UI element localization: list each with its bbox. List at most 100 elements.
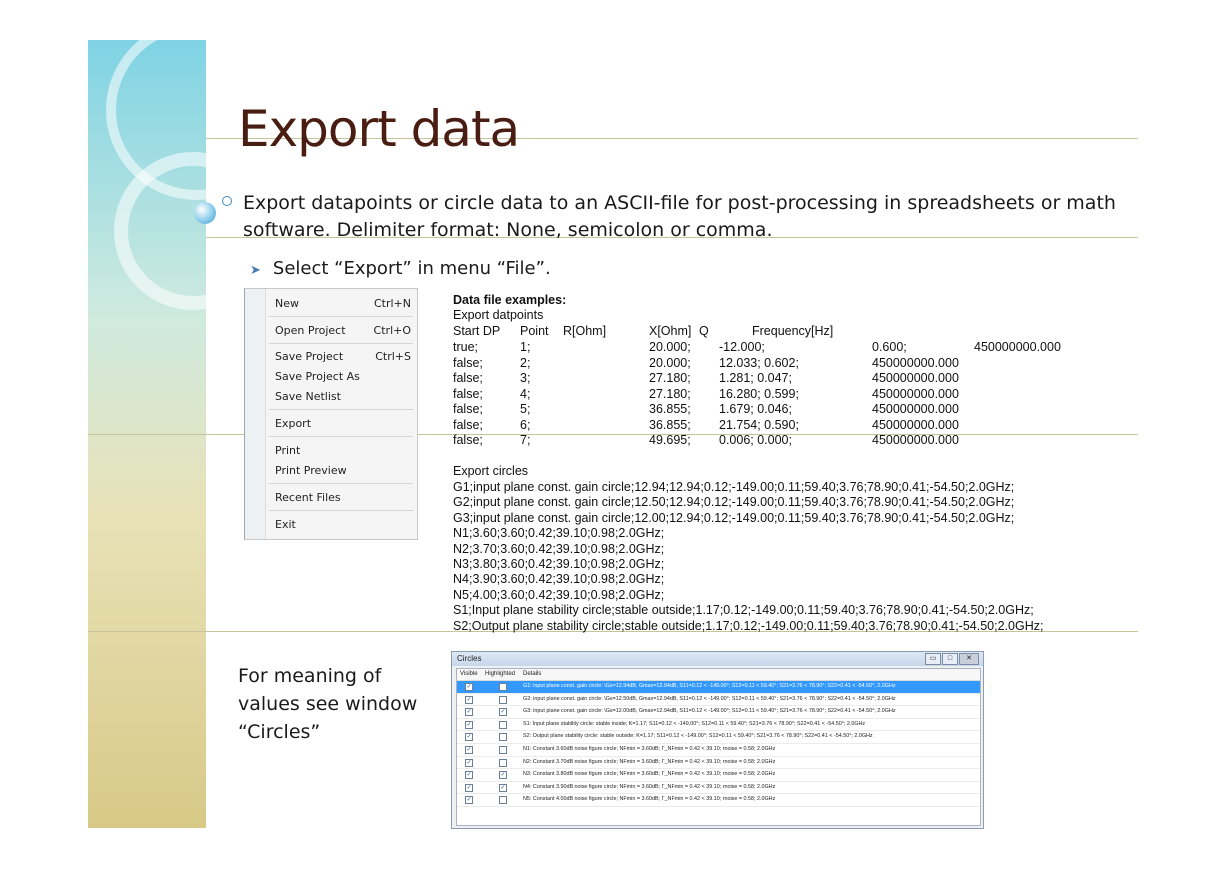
menu-item-print-preview[interactable]: Print Preview — [275, 464, 411, 477]
minimize-button[interactable]: ▭ — [925, 653, 941, 665]
menu-item-label: Save Netlist — [275, 390, 341, 403]
circles-rows: ✓ G1: input plane const. gain circle: \Gs… — [457, 681, 980, 807]
highlighted-checkbox[interactable] — [499, 796, 507, 805]
circle-row[interactable]: ✓ S1: Input plane stability circle: stabl… — [457, 719, 980, 732]
highlighted-checkbox[interactable] — [499, 733, 507, 742]
circle-line: N1;3.60;3.60;0.42;39.10;0.98;2.0GHz; — [453, 526, 665, 541]
datapoint-cell: 16.280; 0.599; — [719, 386, 799, 401]
menu-item-open-project[interactable]: Open Project Ctrl+O — [275, 324, 411, 337]
circle-line: N5;4.00;3.60;0.42;39.10;0.98;2.0GHz; — [453, 587, 665, 602]
menu-item-exit[interactable]: Exit — [275, 518, 411, 531]
menu-item-recent-files[interactable]: Recent Files — [275, 491, 411, 504]
menu-item-save-project-as[interactable]: Save Project As — [275, 370, 411, 383]
datapoints-title: Export datpoints — [453, 308, 544, 322]
circle-row[interactable]: ✓ N1: Constant 3.60dB noise figure circle… — [457, 744, 980, 757]
menu-item-save-project[interactable]: Save Project Ctrl+S — [275, 350, 411, 363]
circle-details: G1: input plane const. gain circle: \Gs=… — [523, 683, 896, 689]
highlighted-checkbox[interactable] — [499, 683, 507, 691]
datapoint-cell: false; — [453, 386, 483, 401]
visible-checkbox[interactable]: ✓ — [465, 758, 473, 767]
datapoint-cell: 7; — [520, 433, 531, 447]
column-header-details[interactable]: Details — [523, 669, 541, 680]
highlighted-checkbox[interactable]: ✓ — [499, 771, 507, 780]
circle-row[interactable]: ✓ N2: Constant 3.70dB noise figure circle… — [457, 757, 980, 770]
circle-row[interactable]: ✓ N5: Constant 4.00dB noise figure circle… — [457, 794, 980, 807]
visible-checkbox[interactable]: ✓ — [465, 745, 473, 754]
datapoint-cell: 36.855; — [649, 417, 691, 432]
datapoint-cell: 21.754; 0.590; — [719, 417, 799, 432]
datapoint-cell: 2; — [520, 355, 531, 370]
circle-row[interactable]: ✓ G1: input plane const. gain circle: \Gs… — [457, 681, 980, 694]
datapoint-cell: false; — [453, 433, 483, 447]
datapoint-cell: 6; — [520, 417, 531, 432]
visible-checkbox[interactable]: ✓ — [465, 695, 473, 704]
column-header: Q — [699, 324, 709, 338]
datapoint-row: false; 5; 36.855; 1.679; 0.046; 450000000.00… — [453, 402, 1103, 417]
circle-row[interactable]: ✓ ✓ G3: input plane const. gain circle: \G… — [457, 706, 980, 719]
datapoint-cell: -12.000; — [719, 340, 765, 354]
highlighted-checkbox[interactable] — [499, 745, 507, 754]
visible-checkbox[interactable]: ✓ — [465, 796, 473, 805]
visible-checkbox[interactable]: ✓ — [465, 771, 473, 780]
menu-item-export[interactable]: Export — [275, 417, 411, 430]
maximize-button[interactable]: □ — [942, 653, 958, 665]
visible-checkbox[interactable]: ✓ — [465, 733, 473, 742]
circles-window-titlebar[interactable]: Circles ▭ □ ✕ — [452, 652, 983, 666]
circle-row[interactable]: ✓ G2: input plane const. gain circle: \Gs… — [457, 694, 980, 707]
menu-item-label: New — [275, 297, 299, 310]
highlighted-checkbox[interactable] — [499, 758, 507, 767]
menu-item-new[interactable]: New Ctrl+N — [275, 297, 411, 310]
circle-row[interactable]: ✓ ✓ N4: Constant 3.90dB noise figure circl… — [457, 782, 980, 795]
datapoint-cell: 49.695; — [649, 433, 691, 447]
menu-separator — [269, 483, 413, 484]
datapoint-cell: 450000000.000 — [872, 402, 959, 416]
circle-details: N5: Constant 4.00dB noise figure circle;… — [523, 796, 776, 803]
datapoint-row: false; 4; 27.180; 16.280; 0.599; 450000000.0… — [453, 387, 1103, 402]
datapoint-row: false; 2; 20.000; 12.033; 0.602; 450000000.0… — [453, 356, 1103, 371]
column-header-visible[interactable]: Visible — [460, 669, 478, 680]
datapoint-cell: 5; — [520, 402, 531, 416]
highlighted-checkbox[interactable]: ✓ — [499, 708, 507, 717]
datapoint-cell: false; — [453, 417, 483, 432]
menu-item-print[interactable]: Print — [275, 444, 411, 457]
datapoint-cell: 450000000.000 — [872, 433, 959, 447]
datapoint-cell: 12.033; 0.602; — [719, 355, 799, 370]
visible-checkbox[interactable]: ✓ — [465, 683, 473, 691]
datapoint-cell: 1.281; 0.047; — [719, 371, 792, 385]
menu-icon-stripe — [245, 289, 266, 539]
circles-window-title: Circles — [457, 654, 482, 663]
highlighted-checkbox[interactable] — [499, 695, 507, 704]
circle-details: N3: Constant 3.80dB noise figure circle;… — [523, 771, 776, 778]
circles-grid: Visible Highlighted Details ✓ G1: input p… — [456, 668, 981, 826]
menu-separator — [269, 510, 413, 511]
column-header-highlighted[interactable]: Highlighted — [485, 669, 515, 680]
highlighted-checkbox[interactable] — [499, 720, 507, 729]
menu-item-label: Open Project — [275, 324, 346, 337]
visible-checkbox[interactable]: ✓ — [465, 783, 473, 792]
circles-window: Circles ▭ □ ✕ Visible Highlighted Detail… — [451, 651, 984, 829]
datapoint-cell: 0.006; 0.000; — [719, 433, 792, 447]
circle-details: S1: Input plane stability circle: stable… — [523, 720, 866, 727]
circle-row[interactable]: ✓ ✓ N3: Constant 3.80dB noise figure circl… — [457, 769, 980, 782]
datapoint-cell: 450000000.000 — [974, 340, 1061, 354]
menu-item-save-netlist[interactable]: Save Netlist — [275, 390, 411, 403]
menu-item-label: Recent Files — [275, 491, 341, 504]
close-button[interactable]: ✕ — [959, 653, 979, 665]
circle-details: S2: Output plane stability circle: stabl… — [523, 733, 873, 740]
datapoint-cell: 450000000.000 — [872, 417, 959, 432]
visible-checkbox[interactable]: ✓ — [465, 720, 473, 729]
circle-row[interactable]: ✓ S2: Output plane stability circle: stab… — [457, 731, 980, 744]
datapoint-cell: 450000000.000 — [872, 371, 959, 385]
datapoint-cell: 1.679; 0.046; — [719, 402, 792, 416]
circle-details: N2: Constant 3.70dB noise figure circle;… — [523, 758, 776, 765]
datapoint-row: false; 6; 36.855; 21.754; 0.590; 450000000.0… — [453, 418, 1103, 433]
menu-item-label: Export — [275, 417, 312, 430]
arrow-bullet-icon: ➤ — [250, 263, 261, 278]
visible-checkbox[interactable]: ✓ — [465, 708, 473, 717]
sub-bullet: ➤ Select “Export” in menu “File”. — [250, 258, 551, 279]
menu-separator — [269, 409, 413, 410]
menu-separator — [269, 316, 413, 317]
highlighted-checkbox[interactable]: ✓ — [499, 783, 507, 792]
circles-title: Export circles — [453, 464, 529, 478]
bullet-ring-icon — [222, 196, 232, 206]
